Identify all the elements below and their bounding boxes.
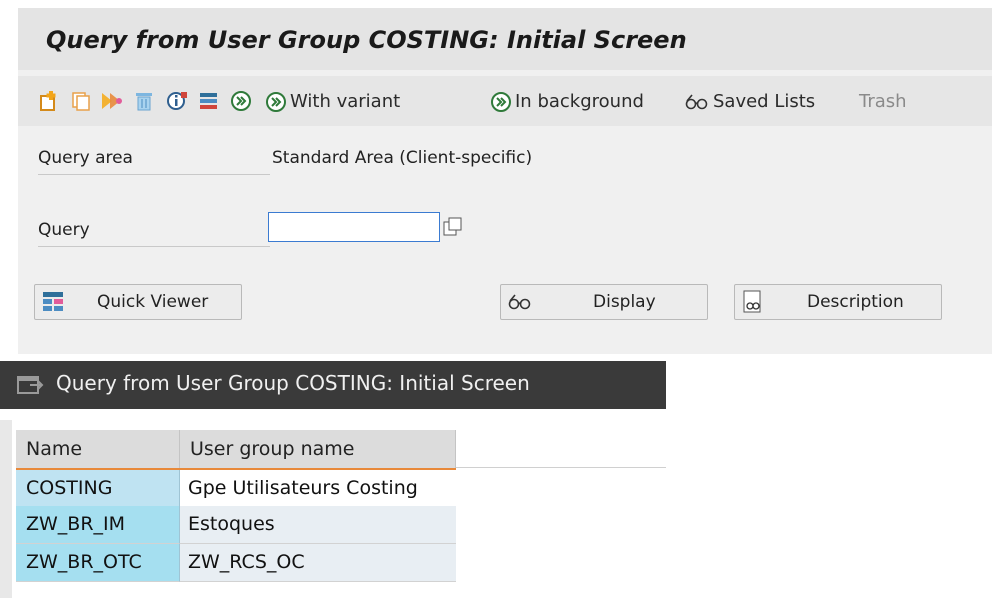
in-background-label: In background: [515, 91, 644, 112]
popup-title-bar: Query from User Group COSTING: Initial S…: [0, 361, 666, 409]
copy-icon[interactable]: [70, 90, 92, 112]
query-area-value: Standard Area (Client-specific): [272, 148, 533, 168]
popup-left-edge: [0, 420, 12, 598]
trash-label: Trash: [859, 91, 907, 112]
window-icon: [16, 373, 44, 397]
list-row-zw-br-im[interactable]: ZW_BR_IM Estoques: [16, 506, 456, 544]
list-row-zw-br-otc[interactable]: ZW_BR_OTC ZW_RCS_OC: [16, 544, 456, 582]
row-name: ZW_BR_IM: [16, 506, 180, 544]
row-group-name: ZW_RCS_OC: [180, 544, 456, 582]
with-variant-label: With variant: [290, 91, 401, 112]
column-header-user-group-name[interactable]: User group name: [180, 430, 456, 468]
infoset-icon[interactable]: [166, 90, 188, 112]
description-button[interactable]: Description: [734, 284, 942, 320]
quick-viewer-icon: [41, 290, 65, 314]
glasses-icon: [507, 290, 531, 314]
in-background-button[interactable]: In background: [490, 90, 644, 114]
change-icon[interactable]: [100, 90, 122, 112]
display-button[interactable]: Display: [500, 284, 708, 320]
query-label: Query: [38, 220, 270, 247]
application-toolbar: With variant In background Saved Lists T…: [18, 76, 992, 126]
create-icon[interactable]: [38, 90, 60, 112]
glasses-icon: [685, 94, 708, 110]
execute-variant-icon: [266, 92, 286, 112]
popup-title: Query from User Group COSTING: Initial S…: [56, 371, 530, 395]
saved-lists-label: Saved Lists: [713, 91, 816, 112]
with-variant-button[interactable]: With variant: [265, 90, 400, 114]
list-row-costing[interactable]: COSTING Gpe Utilisateurs Costing: [16, 468, 456, 508]
saved-lists-button[interactable]: Saved Lists: [684, 90, 815, 114]
list-header: Name User group name: [16, 430, 666, 468]
execute-icon[interactable]: [230, 90, 252, 112]
trash-button[interactable]: Trash: [859, 90, 907, 114]
query-list-icon[interactable]: [198, 90, 220, 112]
display-label: Display: [593, 292, 656, 312]
title-bar: Query from User Group COSTING: Initial S…: [18, 8, 992, 70]
column-header-name[interactable]: Name: [16, 430, 180, 468]
page-title: Query from User Group COSTING: Initial S…: [46, 26, 687, 54]
description-label: Description: [807, 292, 904, 312]
header-filler: [456, 430, 666, 468]
sap-initial-screen: Query from User Group COSTING: Initial S…: [18, 8, 992, 354]
quick-viewer-label: Quick Viewer: [97, 292, 209, 312]
query-input[interactable]: [268, 212, 440, 242]
execute-background-icon: [491, 92, 511, 112]
query-area-label: Query area: [38, 148, 270, 175]
delete-icon[interactable]: [133, 90, 155, 112]
row-name: COSTING: [16, 470, 180, 508]
quick-viewer-button[interactable]: Quick Viewer: [34, 284, 242, 320]
row-group-name: Estoques: [180, 506, 456, 544]
row-name: ZW_BR_OTC: [16, 544, 180, 582]
document-glasses-icon: [741, 290, 765, 314]
value-help-icon[interactable]: [442, 216, 464, 238]
row-group-name: Gpe Utilisateurs Costing: [180, 470, 456, 508]
